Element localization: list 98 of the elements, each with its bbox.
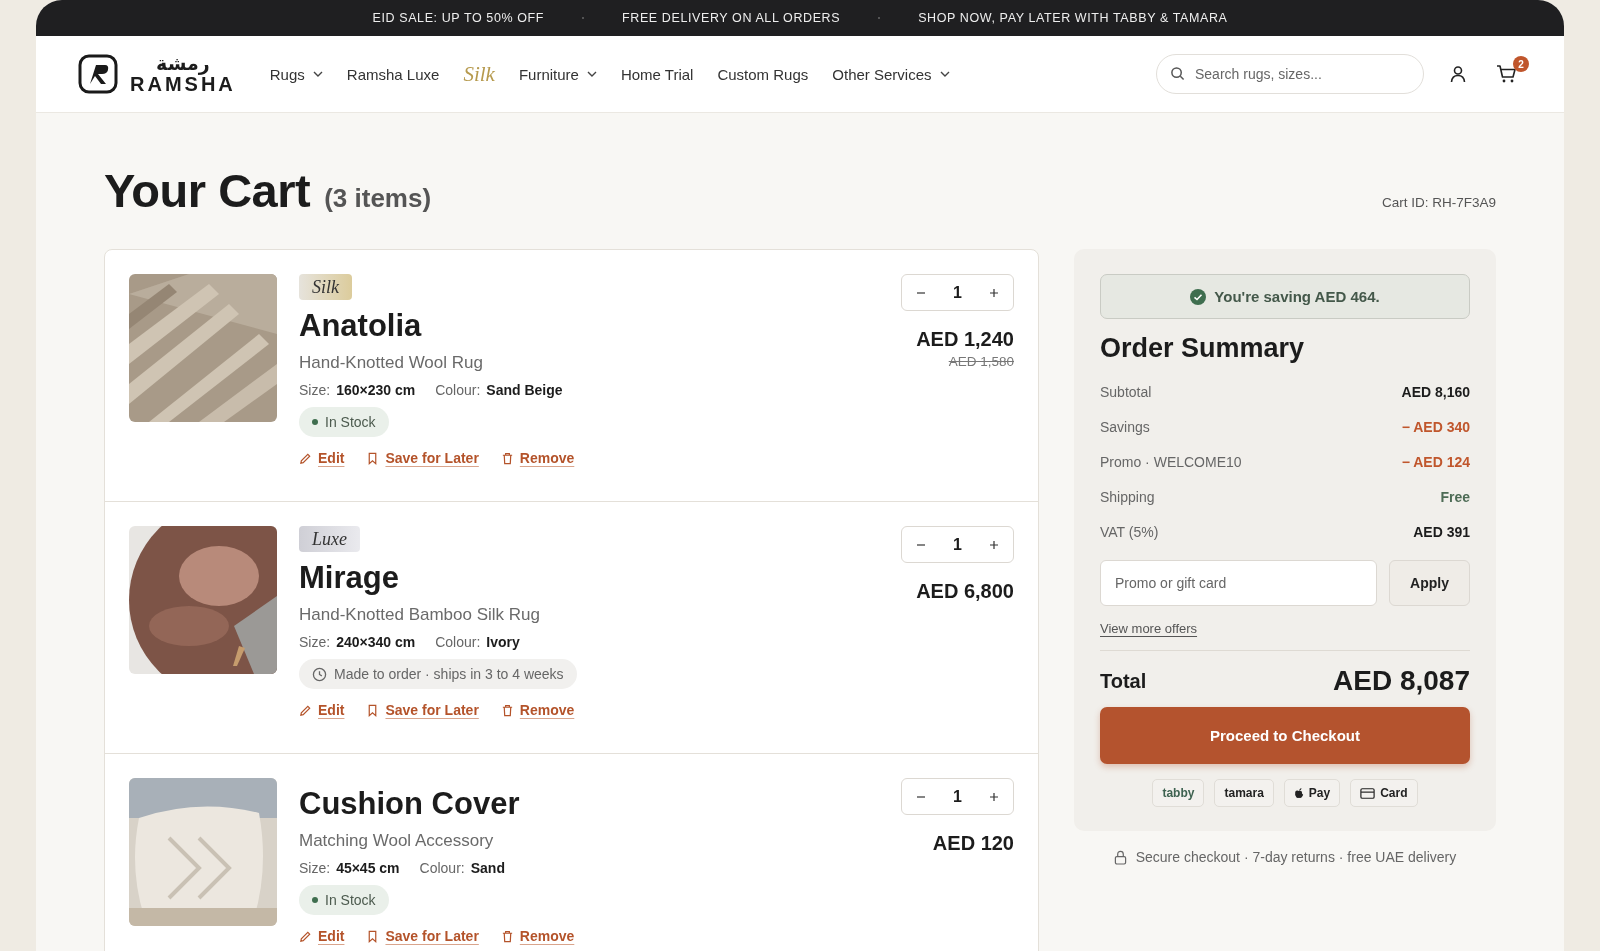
item-action-link[interactable]: Remove bbox=[500, 702, 575, 718]
view-offers-link[interactable]: View more offers bbox=[1100, 621, 1198, 636]
summary-label: Subtotal bbox=[1100, 383, 1152, 400]
item-action-link[interactable]: Save for Later bbox=[366, 702, 479, 718]
search-input[interactable]: Search rugs, sizes... bbox=[1156, 54, 1424, 94]
size-label: Size: bbox=[299, 382, 331, 398]
colour-label: Colour: bbox=[435, 382, 481, 398]
summary-label: Shipping bbox=[1100, 488, 1155, 505]
size-label: Size: bbox=[299, 634, 331, 650]
payment-method-chip: tamara bbox=[1214, 779, 1274, 807]
plus-icon[interactable] bbox=[989, 287, 999, 298]
colour-value: Sand Beige bbox=[486, 382, 563, 398]
checkout-assurance-text: Secure checkout · 7-day returns · free UAE delivery bbox=[1135, 849, 1457, 865]
payment-method-chip: Card bbox=[1350, 779, 1418, 807]
item-action-link[interactable]: Remove bbox=[500, 450, 575, 466]
collection-badge: Luxe bbox=[299, 526, 360, 552]
user-icon[interactable] bbox=[1448, 64, 1468, 84]
trash-icon bbox=[500, 451, 514, 465]
quantity-value: 1 bbox=[953, 787, 962, 806]
pencil-icon bbox=[299, 451, 312, 465]
summary-label: Savings bbox=[1100, 418, 1150, 435]
trash-icon bbox=[500, 703, 514, 717]
colour-label: Colour: bbox=[419, 860, 465, 876]
payment-method-chip: tabby bbox=[1152, 779, 1205, 807]
plus-icon[interactable] bbox=[989, 539, 999, 550]
size-value: 160×230 cm bbox=[336, 382, 416, 398]
promo-text: EID SALE: UP TO 50% OFF bbox=[372, 11, 544, 25]
product-name[interactable]: Cushion Cover bbox=[299, 786, 520, 822]
product-subtitle: Matching Wool Accessory bbox=[299, 831, 494, 851]
pencil-icon bbox=[299, 703, 312, 717]
product-name[interactable]: Mirage bbox=[299, 560, 399, 596]
nav-link[interactable]: Ramsha Luxe bbox=[346, 65, 440, 83]
item-action-link[interactable]: Save for Later bbox=[366, 450, 479, 466]
promo-code-field[interactable]: Promo or gift card bbox=[1100, 560, 1377, 606]
trash-icon bbox=[500, 929, 514, 943]
colour-label: Colour: bbox=[435, 634, 481, 650]
product-subtitle: Hand-Knotted Wool Rug bbox=[299, 353, 483, 373]
size-label: Size: bbox=[299, 860, 331, 876]
cart-count-badge: 2 bbox=[1513, 56, 1529, 72]
item-count: (3 items) bbox=[324, 183, 432, 214]
summary-label: Promo · WELCOME10 bbox=[1100, 453, 1242, 470]
nav-link[interactable]: Custom Rugs bbox=[717, 65, 809, 83]
apply-button[interactable]: Apply bbox=[1389, 560, 1470, 606]
total-amount: AED 8,087 bbox=[1333, 665, 1470, 697]
cart-icon[interactable] bbox=[1496, 64, 1518, 84]
colour-value: Sand bbox=[470, 860, 505, 876]
stock-status: Made to order · ships in 3 to 4 weeks bbox=[299, 659, 577, 689]
summary-value: − AED 124 bbox=[1401, 453, 1470, 470]
colour-value: Ivory bbox=[486, 634, 520, 650]
item-price: AED 1,240 bbox=[916, 328, 1014, 351]
credit-card-icon bbox=[1360, 787, 1376, 799]
logo-arabic-text: رمشة bbox=[156, 54, 210, 73]
chevron-down-icon bbox=[586, 71, 597, 77]
nav-link[interactable]: Furniture bbox=[518, 65, 597, 83]
payment-method-chip: Pay bbox=[1283, 779, 1341, 807]
quantity-value: 1 bbox=[953, 283, 962, 302]
chevron-down-icon bbox=[312, 71, 323, 77]
collection-badge: Silk bbox=[299, 274, 352, 300]
quantity-value: 1 bbox=[953, 535, 962, 554]
item-action-link[interactable]: Edit bbox=[299, 702, 345, 718]
product-subtitle: Hand-Knotted Bamboo Silk Rug bbox=[299, 605, 540, 625]
pencil-icon bbox=[299, 929, 312, 943]
apple-icon bbox=[1293, 787, 1304, 799]
plus-icon[interactable] bbox=[989, 791, 999, 802]
summary-value: Free bbox=[1440, 488, 1470, 505]
nav-link[interactable]: Rugs bbox=[269, 65, 323, 83]
promo-text: FREE DELIVERY ON ALL ORDERS bbox=[622, 11, 841, 25]
summary-title: Order Summary bbox=[1100, 333, 1306, 364]
summary-value: AED 8,160 bbox=[1401, 383, 1470, 400]
product-name[interactable]: Anatolia bbox=[299, 308, 422, 344]
original-price: AED 1,580 bbox=[948, 354, 1014, 369]
item-action-link[interactable]: Save for Later bbox=[366, 928, 479, 944]
item-action-link[interactable]: Edit bbox=[299, 928, 345, 944]
cart-id: Cart ID: RH-7F3A9 bbox=[1381, 195, 1496, 210]
logo-wordmark: RAMSHA bbox=[130, 74, 236, 94]
clock-icon bbox=[312, 666, 327, 682]
check-icon bbox=[1190, 288, 1207, 305]
size-value: 45×45 cm bbox=[336, 860, 400, 876]
savings-text: You're saving AED 464. bbox=[1214, 288, 1380, 305]
summary-value: AED 391 bbox=[1413, 523, 1470, 540]
item-price: AED 120 bbox=[932, 832, 1014, 855]
stock-status: In Stock bbox=[299, 407, 389, 437]
stock-status: In Stock bbox=[299, 885, 389, 915]
summary-label: VAT (5%) bbox=[1100, 523, 1159, 540]
promo-text: SHOP NOW, PAY LATER WITH TABBY & TAMARA bbox=[918, 11, 1228, 25]
total-label: Total bbox=[1100, 669, 1147, 693]
chevron-down-icon bbox=[939, 71, 950, 77]
item-action-link[interactable]: Remove bbox=[500, 928, 575, 944]
nav-link[interactable]: Other Services bbox=[832, 65, 950, 83]
lock-icon bbox=[1113, 849, 1127, 865]
item-price: AED 6,800 bbox=[916, 580, 1014, 603]
nav-link[interactable]: Home Trial bbox=[620, 65, 694, 83]
size-value: 240×340 cm bbox=[336, 634, 416, 650]
checkout-button[interactable]: Proceed to Checkout bbox=[1100, 707, 1470, 764]
page-title: Your Cart bbox=[104, 163, 311, 218]
summary-value: − AED 340 bbox=[1401, 418, 1470, 435]
item-action-link[interactable]: Edit bbox=[299, 450, 345, 466]
logo-icon[interactable] bbox=[78, 54, 118, 94]
